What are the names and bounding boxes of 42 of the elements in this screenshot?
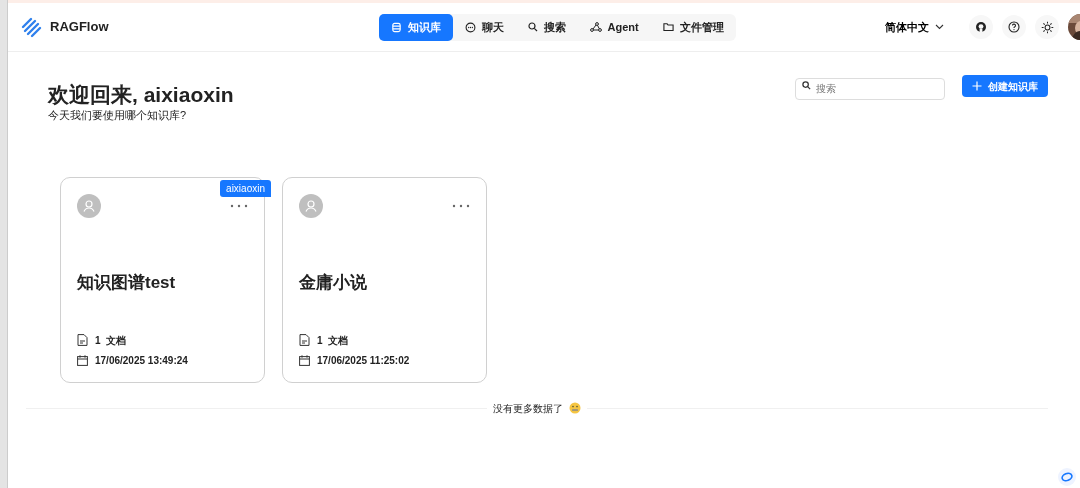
folder-icon [662, 22, 674, 32]
help-icon[interactable] [1002, 15, 1026, 39]
more-options-icon[interactable] [452, 203, 470, 208]
owner-badge: aixiaoxin [220, 179, 271, 197]
theme-sun-icon[interactable] [1035, 15, 1059, 39]
nav-tab[interactable]: 知识库 [378, 13, 453, 41]
chevron-down-icon [935, 24, 944, 30]
nav-tab[interactable]: 搜索 [515, 13, 578, 41]
nodes-icon [589, 21, 602, 33]
plus-icon [972, 81, 982, 91]
document-icon [299, 334, 310, 347]
nav-tab[interactable]: 聊天 [452, 13, 516, 41]
welcome-title: 欢迎回来, aixiaoxin [48, 82, 234, 108]
nav-tab[interactable]: 文件管理 [650, 13, 736, 41]
chat-bubble-icon [464, 21, 476, 33]
user-avatar-icon [77, 193, 101, 218]
more-options-icon[interactable] [230, 203, 248, 208]
user-avatar-icon [299, 193, 323, 218]
github-icon[interactable] [969, 15, 993, 39]
create-knowledge-base-button[interactable]: 创建知识库 [962, 75, 1048, 97]
knowledge-base-card[interactable]: 金庸小说 1 文档 17/06/2025 11:25:02 [282, 176, 487, 383]
calendar-icon [77, 354, 88, 366]
document-count: 1 文档 [95, 333, 126, 348]
brand-name: RAGFlow [50, 18, 109, 37]
knowledge-base-name: 知识图谱test [77, 271, 177, 294]
logo-icon [20, 16, 42, 38]
search-icon [527, 22, 538, 32]
welcome-subtitle: 今天我们要使用哪个知识库? [48, 108, 188, 124]
updated-time: 17/06/2025 11:25:02 [317, 353, 410, 368]
nav-tab[interactable]: Agent [577, 13, 651, 41]
database-icon [390, 21, 402, 33]
help-widget-icon[interactable] [1058, 468, 1076, 486]
document-icon [77, 334, 88, 347]
document-count: 1 文档 [317, 333, 348, 348]
calendar-icon [299, 354, 310, 366]
search-field[interactable]: 搜索 [795, 77, 945, 100]
zipper-mouth-face-icon [569, 402, 581, 415]
knowledge-base-name: 金庸小说 [299, 271, 368, 294]
search-icon [802, 81, 811, 90]
no-more-data-text: 没有更多数据了 [493, 401, 563, 416]
updated-time: 17/06/2025 13:49:24 [95, 353, 188, 368]
language-selector[interactable]: 简体中文 [879, 17, 950, 37]
